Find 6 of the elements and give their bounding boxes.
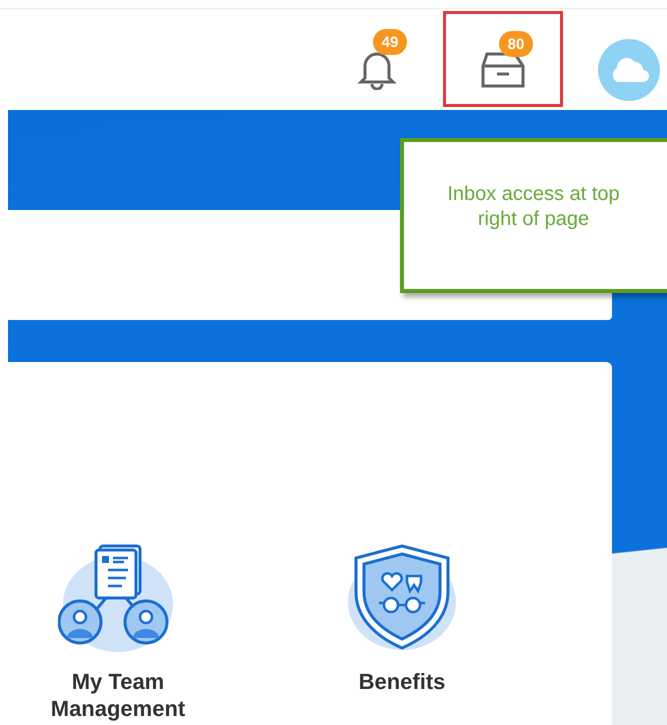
app-label[interactable]: Benefits: [358, 668, 446, 695]
inbox-icon: [479, 50, 527, 90]
app-label[interactable]: My Team Management: [22, 668, 214, 722]
inbox-count: 80: [499, 31, 533, 57]
callout-text: Inbox access at top right of page: [446, 182, 621, 232]
notification-count: 49: [373, 29, 407, 55]
